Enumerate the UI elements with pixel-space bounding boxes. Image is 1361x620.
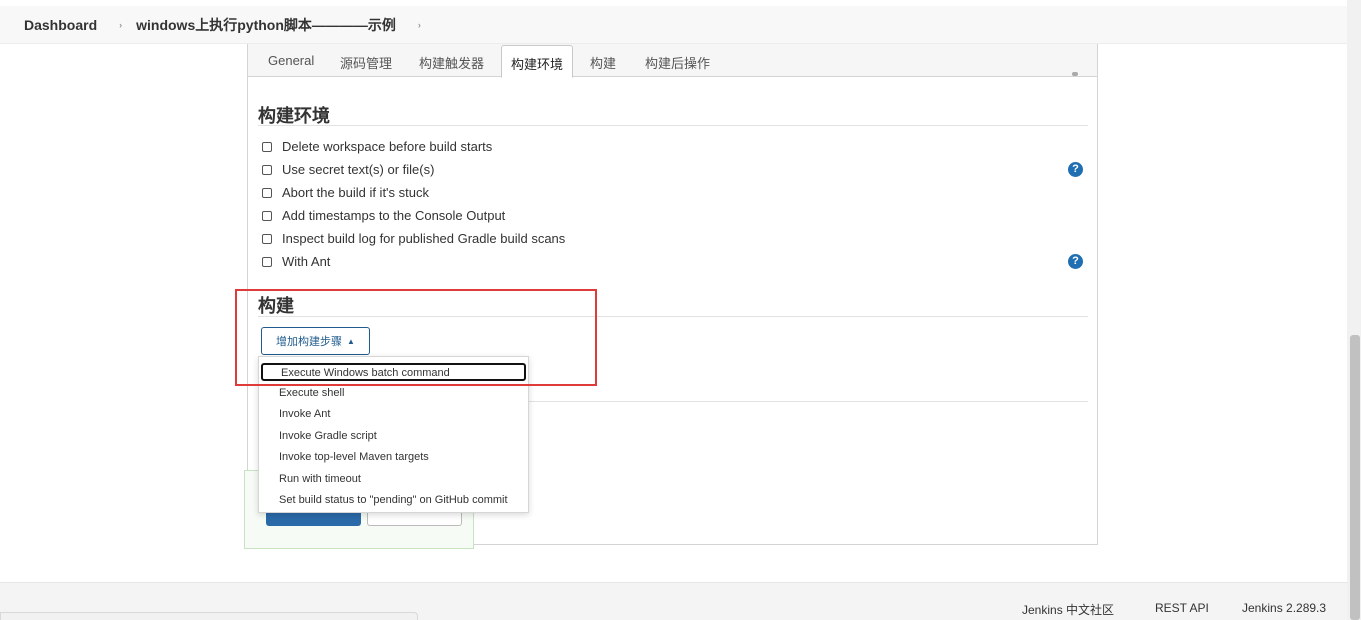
breadcrumb-job[interactable]: windows上执行python脚本————示例 [136,15,396,35]
option-delete-workspace[interactable]: Delete workspace before build starts [262,139,492,154]
option-with-ant[interactable]: With Ant [262,254,330,269]
option-gradle-scans[interactable]: Inspect build log for published Gradle b… [262,231,565,246]
checkbox[interactable] [262,141,272,152]
add-build-step-label: 增加构建步骤 [276,336,343,348]
menu-item-run-timeout[interactable]: Run with timeout [279,473,361,485]
page-scrollbar[interactable] [1347,0,1361,620]
chevron-right-icon[interactable]: › [119,20,122,30]
option-label: With Ant [282,254,331,269]
breadcrumb: Dashboard › windows上执行python脚本————示例 › [0,6,1347,44]
option-label: Inspect build log for published Gradle b… [282,231,566,246]
add-build-step-button[interactable]: 增加构建步骤 ▲ [261,327,370,355]
option-label: Use secret text(s) or file(s) [282,162,435,177]
footer-rest-api-link[interactable]: REST API [1155,601,1209,615]
breadcrumb-dashboard[interactable]: Dashboard [24,17,97,33]
footer-version[interactable]: Jenkins 2.289.3 [1242,601,1326,615]
tab-source-control[interactable]: 源码管理 [340,53,392,72]
menu-item-invoke-maven[interactable]: Invoke top-level Maven targets [279,451,429,463]
apply-button[interactable] [367,511,462,526]
tab-scroll-indicator [1072,72,1078,76]
help-icon[interactable]: ? [1068,254,1083,269]
checkbox[interactable] [262,187,272,198]
scrollbar-thumb[interactable] [1350,335,1360,620]
checkbox[interactable] [262,164,272,175]
save-button[interactable] [266,511,361,526]
option-abort-stuck[interactable]: Abort the build if it's stuck [262,185,429,200]
option-add-timestamps[interactable]: Add timestamps to the Console Output [262,208,505,223]
build-title: 构建 [258,296,294,316]
tab-build[interactable]: 构建 [590,53,616,72]
menu-item-invoke-ant[interactable]: Invoke Ant [279,408,330,420]
divider [258,125,1088,126]
build-step-menu: Execute Windows batch command Execute sh… [258,356,529,513]
tab-build-triggers[interactable]: 构建触发器 [419,53,484,72]
option-label: Delete workspace before build starts [282,139,493,154]
divider [258,316,1088,317]
footer-community-link[interactable]: Jenkins 中文社区 [1022,601,1114,618]
menu-item-execute-shell[interactable]: Execute shell [279,387,344,399]
option-label: Add timestamps to the Console Output [282,208,506,223]
checkbox[interactable] [262,233,272,244]
tab-post-build[interactable]: 构建后操作 [645,53,710,72]
menu-item-invoke-gradle[interactable]: Invoke Gradle script [279,430,377,442]
tab-build-environment[interactable]: 构建环境 [501,45,574,78]
option-secret-text[interactable]: Use secret text(s) or file(s) [262,162,434,177]
caret-up-icon: ▲ [347,336,355,346]
menu-item-windows-batch[interactable]: Execute Windows batch command [261,363,526,381]
menu-item-github-status[interactable]: Set build status to "pending" on GitHub … [279,494,508,506]
chevron-right-icon[interactable]: › [418,20,421,30]
checkbox[interactable] [262,256,272,267]
checkbox[interactable] [262,210,272,221]
help-icon[interactable]: ? [1068,162,1083,177]
option-label: Abort the build if it's stuck [282,185,429,200]
status-bar-url [0,612,418,620]
config-tabbar: General 源码管理 构建触发器 构建环境 构建 构建后操作 [248,44,1097,78]
tab-general[interactable]: General [268,53,314,68]
